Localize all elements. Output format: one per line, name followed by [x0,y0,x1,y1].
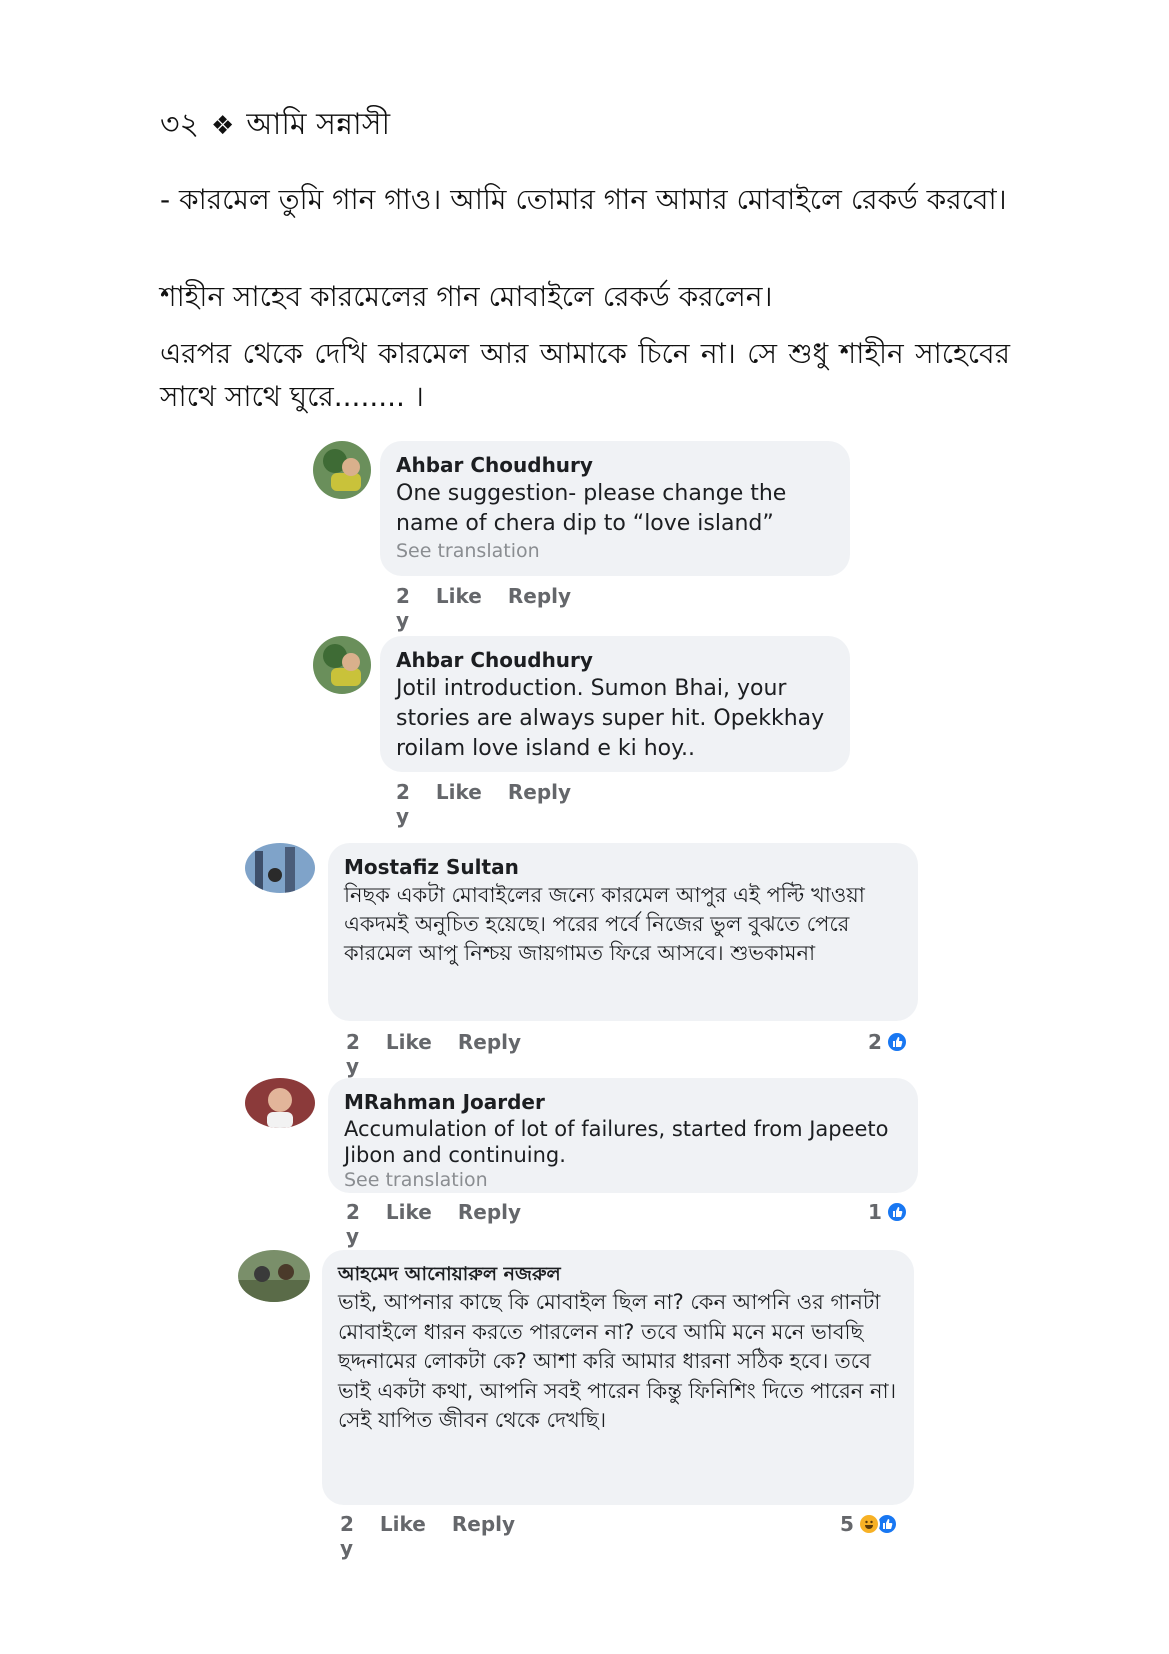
comment-actions: 2 y Like Reply [346,1200,521,1248]
page-header: ৩২ ❖ আমি সন্নাসী [160,100,390,151]
comment-actions: 2 y Like Reply [346,1030,521,1078]
comment-time[interactable]: 2 y [346,1200,360,1248]
reply-button[interactable]: Reply [458,1030,521,1078]
comment-bubble: Ahbar Choudhury Jotil introduction. Sumo… [380,636,850,772]
reply-button[interactable]: Reply [458,1200,521,1248]
paragraph: শাহীন সাহেব কারমেলের গান মোবাইলে রেকর্ড … [160,280,773,313]
reaction-count[interactable]: 2 [868,1030,908,1054]
reaction-count-value: 5 [840,1512,854,1536]
comment-text: Jotil introduction. Sumon Bhai, your sto… [396,676,825,761]
like-button[interactable]: Like [386,1200,432,1248]
comment-time[interactable]: 2 y [396,584,410,632]
chapter-title: আমি সন্নাসী [246,107,391,142]
comment-author[interactable]: Ahbar Choudhury [396,451,834,479]
avatar[interactable] [245,843,315,893]
comment-time[interactable]: 2 y [340,1512,354,1560]
page-number: ৩২ [160,107,200,142]
avatar[interactable] [245,1078,315,1128]
comment-author[interactable]: MRahman Joarder [344,1088,902,1116]
comment-time[interactable]: 2 y [396,780,410,828]
paragraph: - কারমেল তুমি গান গাও। আমি তোমার গান আমা… [160,183,1007,216]
comment-text: ভাই, আপনার কাছে কি মোবাইল ছিল না? কেন আপ… [338,1290,897,1432]
like-button[interactable]: Like [436,584,482,632]
reaction-count-value: 1 [868,1200,882,1224]
like-reaction-icon [885,1201,908,1223]
reaction-count[interactable]: 1 [868,1200,908,1224]
reaction-count-value: 2 [868,1030,882,1054]
see-translation-link[interactable]: See translation [344,1168,902,1192]
comment-time[interactable]: 2 y [346,1030,360,1078]
haha-reaction-icon [857,1513,880,1535]
comment-text: One suggestion- please change the name o… [396,481,787,536]
comment-actions: 2 y Like Reply [340,1512,515,1560]
comment-bubble: Mostafiz Sultan নিছক একটা মোবাইলের জন্যে… [328,843,918,1021]
comment-text: নিছক একটা মোবাইলের জন্যে কারমেল আপুর এই … [344,883,865,965]
comment-actions: 2 y Like Reply [396,780,571,828]
see-translation-link[interactable]: See translation [396,539,834,563]
paragraph: এরপর থেকে দেখি কারমেল আর আমাকে চিনে না। … [160,337,1010,413]
like-button[interactable]: Like [386,1030,432,1078]
reply-button[interactable]: Reply [452,1512,515,1560]
like-reaction-icon [885,1031,908,1053]
avatar[interactable] [313,441,371,499]
comment-author[interactable]: Mostafiz Sultan [344,853,902,881]
comment-actions: 2 y Like Reply [396,584,571,632]
comment-text: Accumulation of lot of failures, started… [344,1117,889,1167]
comment-author[interactable]: আহমেদ আনোয়ারুল নজরুল [338,1260,898,1288]
reply-button[interactable]: Reply [508,780,571,828]
comment-bubble: আহমেদ আনোয়ারুল নজরুল ভাই, আপনার কাছে কি… [322,1250,914,1505]
avatar[interactable] [238,1250,310,1302]
ornament-icon: ❖ [211,110,235,141]
like-button[interactable]: Like [380,1512,426,1560]
comment-bubble: Ahbar Choudhury One suggestion- please c… [380,441,850,576]
comment-author[interactable]: Ahbar Choudhury [396,646,834,674]
reaction-count[interactable]: 5 [840,1512,898,1536]
comment-bubble: MRahman Joarder Accumulation of lot of f… [328,1078,918,1193]
avatar[interactable] [313,636,371,694]
reply-button[interactable]: Reply [508,584,571,632]
like-button[interactable]: Like [436,780,482,828]
